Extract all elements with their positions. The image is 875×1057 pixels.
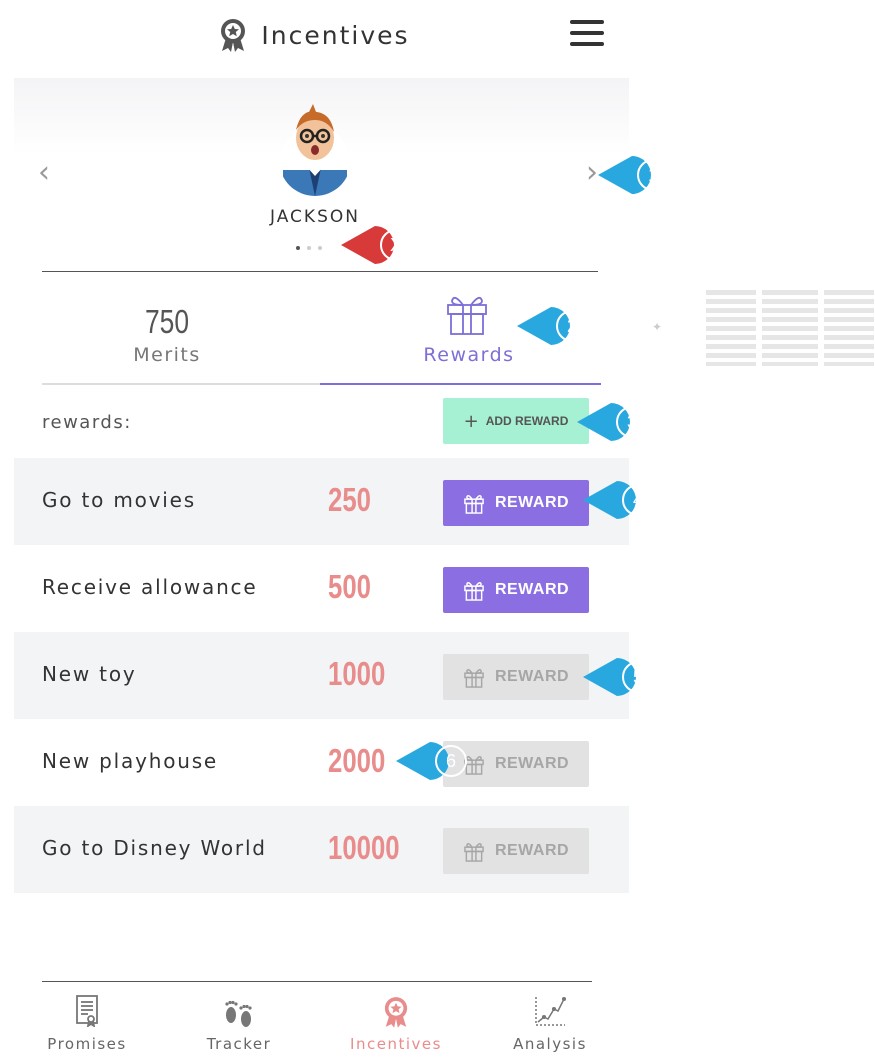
- pager-dot[interactable]: [296, 246, 300, 250]
- tab-underline: [42, 383, 322, 385]
- callout-number: 2: [556, 310, 588, 342]
- reward-cost: 500: [328, 568, 371, 605]
- bottom-nav-divider: [42, 981, 592, 982]
- rewards-heading: rewards:: [42, 412, 132, 433]
- nav-item-promises[interactable]: Promises: [27, 990, 147, 1057]
- callout-marker: 5: [583, 656, 657, 698]
- app-header: Incentives: [0, 0, 629, 70]
- nav-label: Tracker: [206, 1035, 272, 1053]
- reward-row: New toy 1000 REWARD: [14, 632, 629, 719]
- gift-icon: [447, 296, 487, 335]
- callout-marker: 3: [577, 401, 651, 443]
- ibm-logo: [706, 290, 874, 366]
- document-icon: [76, 995, 98, 1027]
- reward-cost: 1000: [328, 655, 386, 692]
- reward-button[interactable]: REWARD: [443, 567, 589, 613]
- nav-label: Promises: [47, 1035, 127, 1053]
- page-title: Incentives: [261, 20, 410, 50]
- nav-label: Analysis: [513, 1035, 587, 1053]
- chevron-right-icon[interactable]: ›: [586, 158, 598, 188]
- reward-button-disabled: REWARD: [443, 828, 589, 874]
- callout-number: 3: [616, 406, 648, 438]
- reward-button-disabled: REWARD: [443, 654, 589, 700]
- callout-marker: 1: [598, 154, 672, 196]
- line-chart-icon: [535, 996, 567, 1026]
- pager-dot[interactable]: [318, 246, 322, 250]
- reward-name: New playhouse: [42, 749, 219, 773]
- callout-number: 1: [637, 159, 669, 191]
- nav-item-tracker[interactable]: Tracker: [179, 990, 299, 1057]
- nav-item-incentives[interactable]: Incentives: [336, 990, 456, 1057]
- callout-marker: 4: [583, 479, 657, 521]
- reward-button-label: REWARD: [494, 668, 570, 685]
- award-ribbon-icon: [384, 997, 408, 1028]
- reward-name: Receive allowance: [42, 575, 258, 599]
- divider: [42, 271, 598, 272]
- add-reward-label: ADD REWARD: [485, 414, 569, 428]
- nav-label: Incentives: [350, 1035, 442, 1053]
- reward-button-label: REWARD: [494, 842, 570, 859]
- nav-item-analysis[interactable]: Analysis: [490, 990, 610, 1057]
- tab-merits-label: Merits: [133, 344, 201, 366]
- tab-merits[interactable]: 750 Merits: [42, 285, 320, 385]
- reward-button-label: REWARD: [494, 494, 570, 511]
- plus-icon: +: [463, 410, 479, 432]
- footprints-icon: [225, 1000, 252, 1027]
- reward-button[interactable]: REWARD: [443, 480, 589, 526]
- tab-active-indicator: [320, 383, 601, 385]
- reward-name: Go to movies: [42, 488, 196, 512]
- gift-icon: [464, 669, 484, 688]
- reward-row: Go to movies 250 REWARD: [14, 458, 629, 545]
- reward-cost: 250: [328, 481, 371, 518]
- reward-row: Receive allowance 500 REWARD: [14, 545, 629, 632]
- callout-marker: 2: [517, 305, 591, 347]
- gift-icon: [464, 495, 484, 514]
- reward-cost: 2000: [328, 742, 386, 779]
- reward-name: Go to Disney World: [42, 836, 267, 860]
- callout-marker: X: [341, 224, 415, 266]
- chevron-left-icon[interactable]: ‹: [38, 158, 50, 188]
- gift-icon: [464, 843, 484, 862]
- tab-rewards-label: Rewards: [423, 344, 515, 366]
- profile-pager-dots: [296, 246, 322, 250]
- reward-name: New toy: [42, 662, 137, 686]
- add-reward-button[interactable]: + ADD REWARD: [443, 398, 589, 444]
- callout-number: 5: [622, 661, 654, 693]
- reward-cost: 10000: [328, 829, 400, 866]
- callout-number: 6: [435, 745, 467, 777]
- reward-row: New playhouse 2000 REWARD: [14, 719, 629, 806]
- callout-number: 4: [622, 484, 654, 516]
- gift-icon: [464, 582, 484, 601]
- reward-button-label: REWARD: [494, 581, 570, 598]
- sparkle-icon: ✦: [652, 320, 663, 334]
- award-ribbon-icon: [221, 19, 246, 52]
- merits-value: 750: [144, 303, 190, 340]
- callout-marker: 6: [396, 740, 470, 782]
- hamburger-menu-icon[interactable]: [570, 20, 604, 46]
- callout-number: X: [380, 229, 412, 261]
- reward-button-label: REWARD: [494, 755, 570, 772]
- reward-row: Go to Disney World 10000 REWARD: [14, 806, 629, 893]
- pager-dot[interactable]: [307, 246, 311, 250]
- avatar: [281, 104, 349, 196]
